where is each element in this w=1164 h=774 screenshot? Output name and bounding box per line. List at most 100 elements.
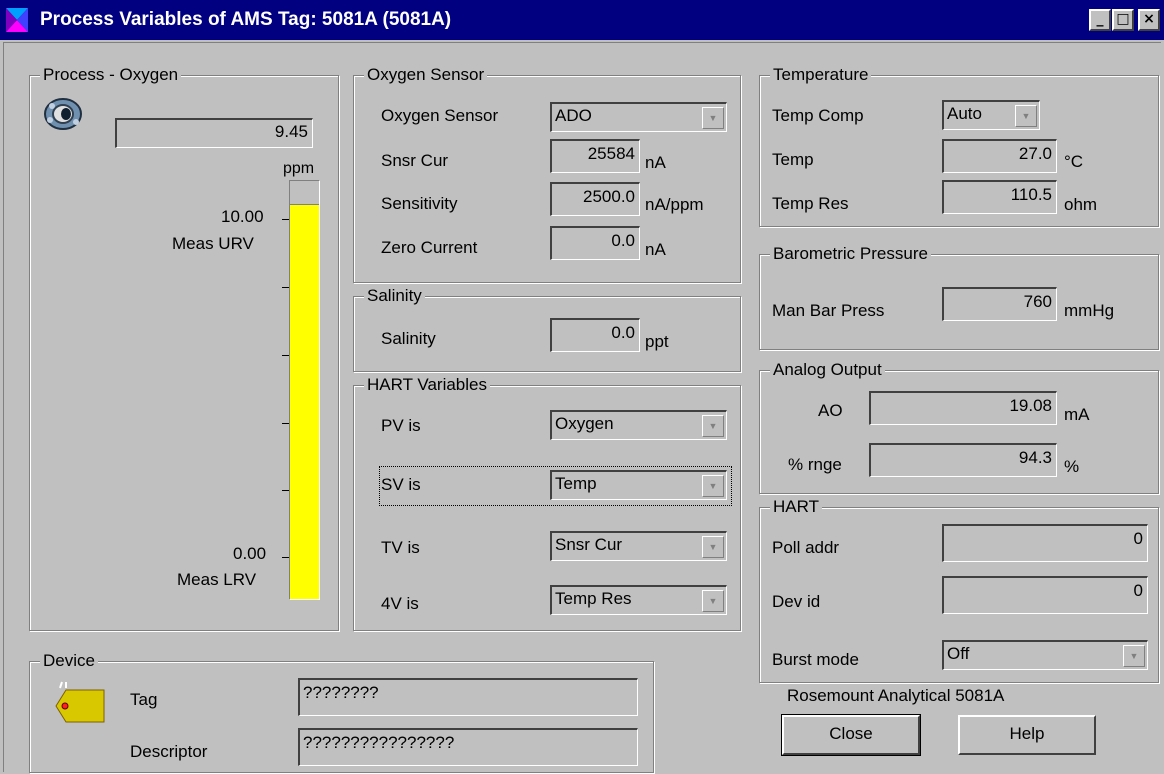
snsr-cur-unit: nA bbox=[645, 153, 666, 172]
group-salinity: Salinity Salinity 0.0 ppt bbox=[353, 286, 741, 372]
sensitivity-unit: nA/ppm bbox=[645, 195, 704, 214]
group-hart-variables: HART Variables PV is Oxygen ▼ SV is Temp… bbox=[353, 375, 741, 631]
zero-current-label: Zero Current bbox=[381, 238, 478, 257]
lrv-value: 0.00 bbox=[233, 544, 267, 563]
chevron-down-icon[interactable]: ▼ bbox=[702, 590, 724, 612]
group-legend: HART bbox=[770, 497, 822, 517]
group-barometric-pressure: Barometric Pressure Man Bar Press 760 mm… bbox=[759, 244, 1159, 350]
tv-select[interactable]: Snsr Cur ▼ bbox=[550, 531, 727, 561]
oxygen-sensor-icon bbox=[42, 96, 84, 132]
help-button[interactable]: Help bbox=[958, 715, 1096, 755]
title-bar[interactable]: Process Variables of AMS Tag: 5081A (508… bbox=[0, 0, 1164, 40]
select-value: Oxygen bbox=[555, 414, 614, 433]
oxygen-sensor-select[interactable]: ADO ▼ bbox=[550, 102, 727, 132]
gauge-tick bbox=[282, 219, 289, 220]
gauge-tick bbox=[282, 557, 289, 558]
app-icon bbox=[0, 0, 36, 40]
gauge-tick bbox=[282, 355, 289, 356]
group-legend: Device bbox=[40, 651, 98, 671]
group-legend: Salinity bbox=[364, 286, 425, 306]
sv-label: SV is bbox=[381, 475, 421, 494]
pv-label: PV is bbox=[381, 416, 421, 435]
tv-label: TV is bbox=[381, 538, 420, 557]
burst-mode-select[interactable]: Off ▼ bbox=[942, 640, 1148, 670]
sv-select[interactable]: Temp ▼ bbox=[550, 470, 727, 500]
close-button[interactable]: Close bbox=[781, 714, 921, 756]
temp-res-label: Temp Res bbox=[772, 194, 849, 213]
bar-press-label: Man Bar Press bbox=[772, 301, 885, 320]
group-legend: Barometric Pressure bbox=[770, 244, 931, 264]
temp-comp-label: Temp Comp bbox=[772, 106, 864, 125]
oxygen-value-field: 9.45 bbox=[115, 118, 313, 148]
salinity-field: 0.0 bbox=[550, 318, 640, 352]
select-value: Temp bbox=[555, 474, 597, 493]
urv-value: 10.00 bbox=[221, 207, 264, 226]
group-legend: Process - Oxygen bbox=[40, 65, 182, 85]
group-hart: HART Poll addr 0 Dev id 0 Burst mode Off… bbox=[759, 497, 1159, 683]
oxygen-gauge bbox=[289, 180, 320, 600]
qv-select[interactable]: Temp Res ▼ bbox=[550, 585, 727, 615]
maximize-button[interactable]: □ bbox=[1112, 9, 1134, 31]
chevron-down-icon[interactable]: ▼ bbox=[1123, 645, 1145, 667]
qv-label: 4V is bbox=[381, 594, 419, 613]
zero-current-field: 0.0 bbox=[550, 226, 640, 260]
group-oxygen-sensor: Oxygen Sensor Oxygen Sensor ADO ▼ Snsr C… bbox=[353, 65, 741, 283]
bar-press-unit: mmHg bbox=[1064, 301, 1115, 320]
ao-field: 19.08 bbox=[869, 391, 1057, 425]
urv-label: Meas URV bbox=[172, 234, 254, 253]
minimize-button[interactable]: _ bbox=[1089, 9, 1111, 31]
snsr-cur-label: Snsr Cur bbox=[381, 151, 449, 170]
chevron-down-icon[interactable]: ▼ bbox=[702, 415, 724, 437]
range-unit: % bbox=[1064, 457, 1080, 476]
select-value: Off bbox=[947, 644, 970, 663]
lrv-label: Meas LRV bbox=[177, 570, 257, 589]
group-legend: Temperature bbox=[770, 65, 872, 85]
select-value: Temp Res bbox=[555, 589, 632, 608]
chevron-down-icon[interactable]: ▼ bbox=[1015, 105, 1037, 127]
ao-label: AO bbox=[818, 401, 843, 420]
group-process-oxygen: Process - Oxygen 9.45 ppm 10.00 Meas URV… bbox=[29, 65, 339, 631]
zero-current-unit: nA bbox=[645, 240, 666, 259]
device-descriptor-field[interactable]: ???????????????? bbox=[298, 728, 638, 766]
device-tag-field[interactable]: ???????? bbox=[298, 678, 638, 716]
oxygen-sensor-label: Oxygen Sensor bbox=[381, 106, 499, 125]
group-device: Device Tag ???????? Descriptor ?????????… bbox=[29, 651, 654, 773]
device-tag-label: Tag bbox=[130, 690, 158, 709]
dialog-body: Process - Oxygen 9.45 ppm 10.00 Meas URV… bbox=[3, 42, 1161, 773]
process-variables-window: Process Variables of AMS Tag: 5081A (508… bbox=[0, 0, 1164, 774]
pv-select[interactable]: Oxygen ▼ bbox=[550, 410, 727, 440]
dev-id-label: Dev id bbox=[772, 592, 821, 611]
chevron-down-icon[interactable]: ▼ bbox=[702, 536, 724, 558]
salinity-label: Salinity bbox=[381, 329, 436, 348]
oxygen-unit: ppm bbox=[283, 160, 315, 177]
oxygen-gauge-fill bbox=[290, 204, 319, 599]
group-analog-output: Analog Output AO 19.08 mA % rnge 94.3 % bbox=[759, 360, 1159, 494]
gauge-tick bbox=[282, 287, 289, 288]
gauge-tick bbox=[282, 423, 289, 424]
temp-label: Temp bbox=[772, 150, 814, 169]
sensitivity-field: 2500.0 bbox=[550, 182, 640, 216]
device-model-text: Rosemount Analytical 5081A bbox=[787, 686, 1005, 705]
group-legend: Oxygen Sensor bbox=[364, 65, 488, 85]
poll-addr-label: Poll addr bbox=[772, 538, 840, 557]
temp-unit: °C bbox=[1064, 152, 1084, 171]
bar-press-field: 760 bbox=[942, 287, 1057, 321]
salinity-unit: ppt bbox=[645, 332, 669, 351]
group-temperature: Temperature Temp Comp Auto ▼ Temp 27.0 °… bbox=[759, 65, 1159, 227]
temp-comp-select[interactable]: Auto ▼ bbox=[942, 100, 1040, 130]
range-label: % rnge bbox=[788, 455, 842, 474]
device-descriptor-label: Descriptor bbox=[130, 742, 208, 761]
gauge-tick bbox=[282, 490, 289, 491]
chevron-down-icon[interactable]: ▼ bbox=[702, 475, 724, 497]
group-legend: Analog Output bbox=[770, 360, 885, 380]
snsr-cur-field: 25584 bbox=[550, 139, 640, 173]
window-title: Process Variables of AMS Tag: 5081A (508… bbox=[40, 9, 452, 30]
select-value: Auto bbox=[947, 104, 982, 123]
range-field: 94.3 bbox=[869, 443, 1057, 477]
chevron-down-icon[interactable]: ▼ bbox=[702, 107, 724, 129]
select-value: ADO bbox=[555, 106, 592, 125]
close-window-button[interactable]: × bbox=[1138, 9, 1160, 31]
temp-field: 27.0 bbox=[942, 139, 1057, 173]
temp-res-unit: ohm bbox=[1064, 195, 1098, 214]
burst-mode-label: Burst mode bbox=[772, 650, 859, 669]
